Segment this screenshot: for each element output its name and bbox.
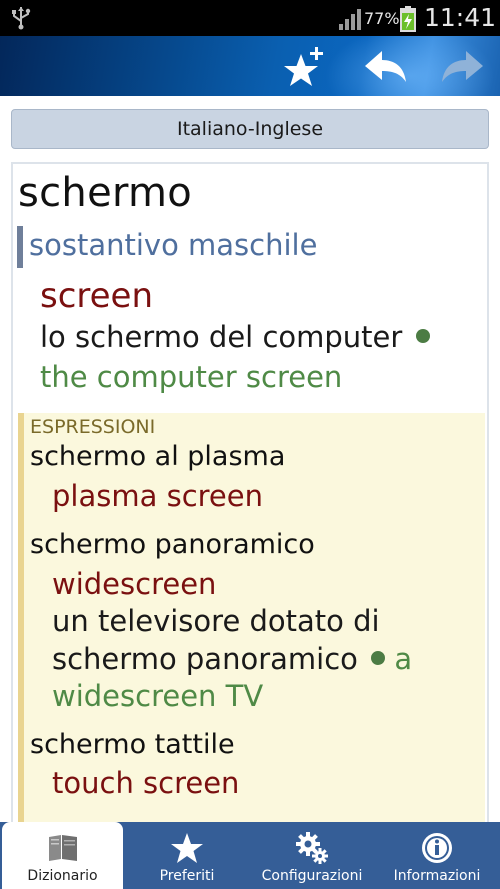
expression-example-translation-start: a: [394, 642, 413, 676]
action-bar: [0, 36, 500, 96]
star-icon: [171, 833, 203, 863]
main-translation: screen: [40, 276, 154, 316]
tab-configurazioni[interactable]: Configurazioni: [250, 822, 374, 889]
tab-preferiti[interactable]: Preferiti: [125, 822, 249, 889]
headword: schermo: [18, 170, 193, 216]
forward-button[interactable]: [440, 44, 486, 90]
bullet-icon: [415, 329, 430, 343]
expression-translation: touch screen: [52, 766, 240, 800]
expression-translation: plasma screen: [52, 479, 263, 513]
battery-percent: 77%: [364, 9, 400, 28]
tab-label: Dizionario: [27, 868, 98, 884]
tab-informazioni[interactable]: Informazioni: [375, 822, 499, 889]
dictionary-selector[interactable]: Italiano-Inglese: [11, 109, 489, 149]
tab-dizionario[interactable]: Dizionario: [2, 822, 123, 889]
expression-example: un televisore dotato di: [52, 604, 380, 638]
expression-example-text: schermo panoramico: [52, 642, 358, 676]
expression-phrase: schermo panoramico: [30, 529, 315, 560]
expressions-section: ESPRESSIONI schermo al plasma plasma scr…: [18, 413, 485, 822]
clock: 11:41: [424, 3, 497, 32]
expression-example-line2: schermo panoramico a: [52, 642, 412, 676]
dictionary-book-icon: [48, 835, 77, 861]
back-arrow-icon: [365, 51, 406, 82]
example-translation: the computer screen: [40, 360, 343, 394]
dictionary-selector-label: Italiano-Inglese: [176, 118, 324, 140]
bottom-tab-bar: Dizionario Preferiti Configurazioni Info…: [0, 822, 500, 889]
tab-label: Preferiti: [159, 868, 215, 884]
tab-label: Informazioni: [393, 868, 481, 884]
part-of-speech: sostantivo maschile: [29, 228, 318, 262]
gears-icon: [296, 832, 328, 864]
forward-arrow-icon: [442, 51, 483, 82]
example-sentence: lo schermo del computer: [40, 320, 430, 354]
expression-phrase: schermo al plasma: [30, 441, 286, 472]
info-icon: [422, 833, 452, 863]
back-button[interactable]: [362, 44, 408, 90]
bullet-icon: [371, 651, 386, 665]
add-favorite-button[interactable]: [282, 44, 328, 90]
expression-example-translation: widescreen TV: [52, 679, 264, 713]
expression-translation: widescreen: [52, 567, 217, 601]
expressions-title: ESPRESSIONI: [30, 416, 156, 438]
example-text: lo schermo del computer: [40, 320, 403, 354]
expression-phrase: schermo tattile: [30, 729, 235, 760]
tab-label: Configurazioni: [261, 868, 363, 884]
star-plus-icon: [284, 47, 323, 86]
status-bar: 77% 11:41: [0, 0, 500, 36]
pos-marker: [17, 226, 23, 268]
usb-icon: [12, 7, 31, 30]
battery-charging-icon: [400, 6, 416, 32]
signal-icon: [339, 9, 361, 30]
entry-panel[interactable]: schermo sostantivo maschile screen lo sc…: [11, 162, 489, 822]
